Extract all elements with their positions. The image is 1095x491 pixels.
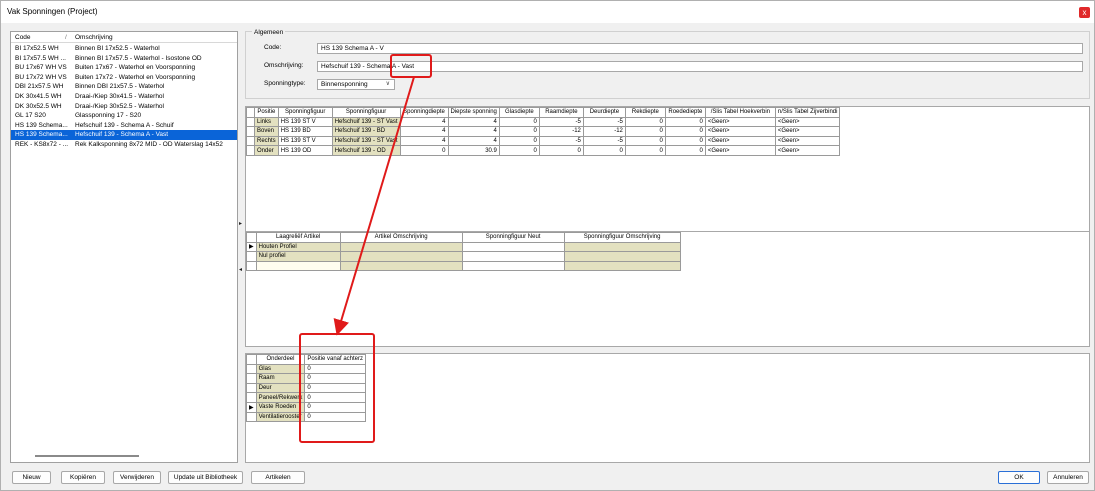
annotation-arrow [333, 76, 415, 336]
dialog-window: Vak Sponningen (Project) x Code / Omschr… [0, 0, 1095, 491]
